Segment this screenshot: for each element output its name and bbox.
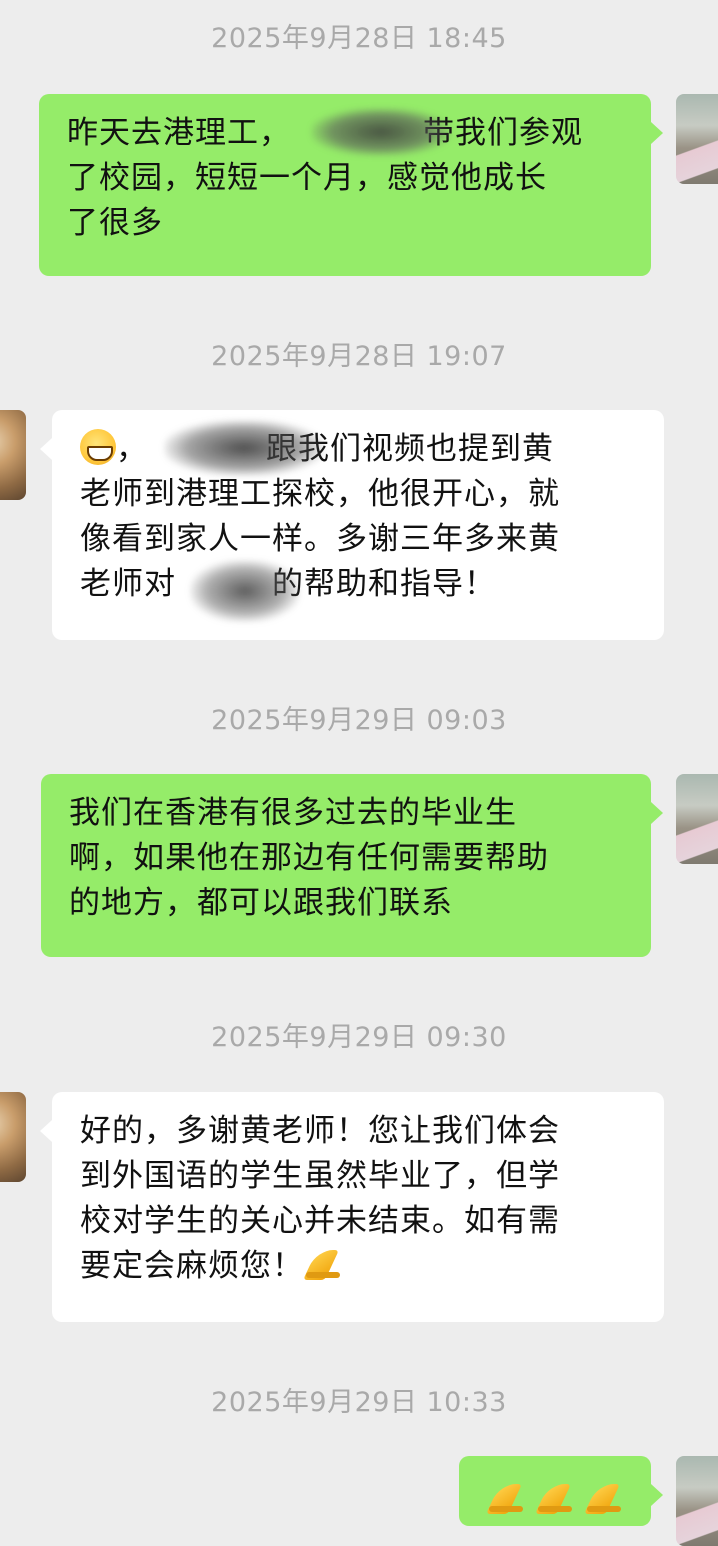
my-avatar[interactable]: [676, 774, 718, 864]
folded-hands-icon: [487, 1480, 525, 1516]
timestamp: 2025年9月29日 09:03: [211, 705, 507, 736]
grinning-face-icon: [80, 429, 116, 465]
message-text: 啊，如果他在那边有任何需要帮助: [69, 840, 549, 876]
bubble-tail: [651, 1484, 663, 1506]
message-bubble-incoming[interactable]: 好的，多谢黄老师！您让我们体会 到外国语的学生虽然毕业了，但学 校对学生的关心并…: [52, 1092, 664, 1322]
message-bubble-outgoing[interactable]: 昨天去港理工， 带我们参观 了校园，短短一个月，感觉他成长 了很多: [39, 94, 651, 276]
bubble-tail: [651, 122, 663, 144]
message-text: 的地方，都可以跟我们联系: [69, 885, 453, 921]
timestamp: 2025年9月29日 09:30: [211, 1022, 507, 1053]
message-text: 要定会麻烦您！: [80, 1248, 304, 1284]
timestamp: 2025年9月29日 10:33: [211, 1387, 507, 1418]
folded-hands-icon: [585, 1480, 623, 1516]
timestamp: 2025年9月28日 19:07: [211, 341, 507, 372]
folded-hands-icon: [536, 1480, 574, 1516]
my-avatar[interactable]: [676, 94, 718, 184]
contact-avatar[interactable]: [0, 410, 26, 500]
message-text: ，: [116, 431, 148, 467]
message-text: 昨天去港理工，: [67, 115, 291, 151]
message-bubble-outgoing[interactable]: 我们在香港有很多过去的毕业生 啊，如果他在那边有任何需要帮助 的地方，都可以跟我…: [41, 774, 651, 957]
my-avatar[interactable]: [676, 1456, 718, 1546]
redaction-scribble: [311, 108, 451, 156]
message-text: 好的，多谢黄老师！您让我们体会: [80, 1113, 560, 1149]
message-text: 了校园，短短一个月，感觉他成长: [67, 160, 547, 196]
folded-hands-icon: [304, 1246, 342, 1282]
message-text: 老师到港理工探校，他很开心，就: [80, 476, 560, 512]
message-text: 了很多: [67, 205, 163, 241]
message-bubble-incoming[interactable]: ，跟我们视频也提到黄 老师到港理工探校，他很开心，就 像看到家人一样。多谢三年多…: [52, 410, 664, 640]
bubble-tail: [40, 1120, 52, 1142]
message-bubble-outgoing[interactable]: [459, 1456, 651, 1526]
timestamp: 2025年9月28日 18:45: [211, 23, 507, 54]
bubble-tail: [40, 438, 52, 460]
message-text: 我们在香港有很多过去的毕业生: [69, 795, 517, 831]
redaction-scribble: [164, 420, 324, 476]
message-text: 的帮助和指导！: [272, 566, 496, 602]
message-text: 像看到家人一样。多谢三年多来黄: [80, 521, 560, 557]
contact-avatar[interactable]: [0, 1092, 26, 1182]
redaction-scribble: [190, 560, 300, 622]
message-text: 校对学生的关心并未结束。如有需: [80, 1203, 560, 1239]
bubble-tail: [651, 802, 663, 824]
message-text: 到外国语的学生虽然毕业了，但学: [80, 1158, 560, 1194]
message-text: 老师对: [80, 566, 176, 602]
